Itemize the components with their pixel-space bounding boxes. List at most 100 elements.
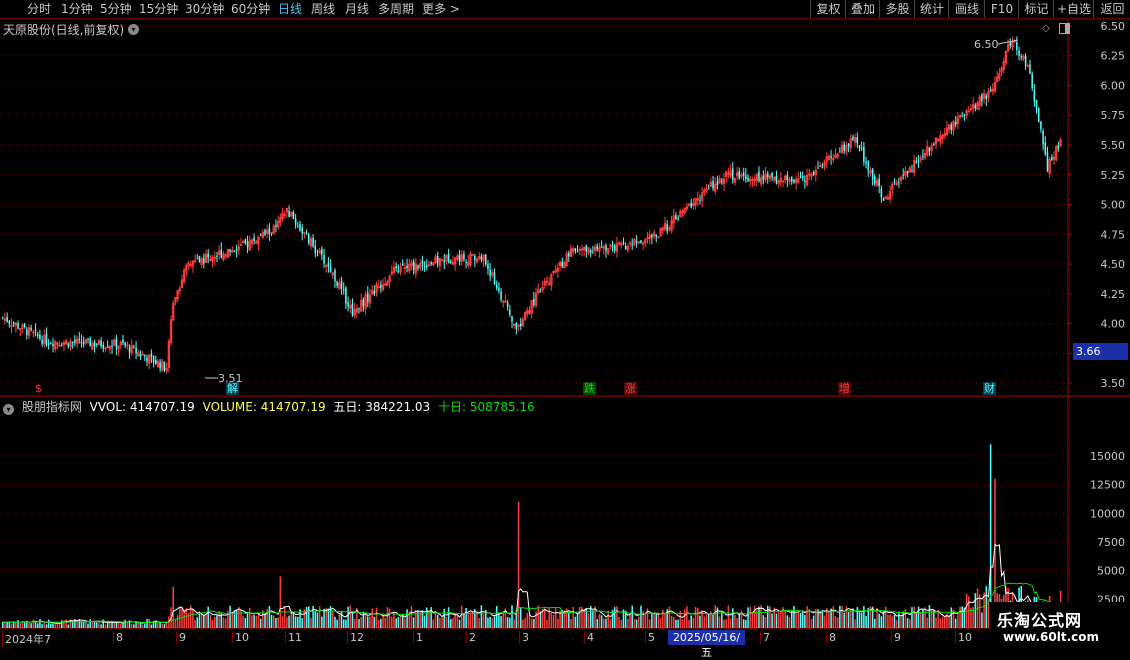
- candle-body: [843, 144, 845, 151]
- volume-bar: [736, 618, 738, 628]
- volume-bar: [786, 615, 789, 628]
- volume-bar: [858, 611, 861, 628]
- multi-stock-button[interactable]: 多股: [879, 0, 915, 18]
- candle-body: [45, 333, 48, 345]
- candle-body: [799, 175, 802, 177]
- draw-line-button[interactable]: 画线: [948, 0, 985, 18]
- volume-bar: [397, 616, 400, 628]
- volume-bar: [253, 614, 255, 628]
- volume-bar: [878, 613, 880, 628]
- candle-body: [742, 172, 745, 176]
- volume-bar: [410, 606, 413, 628]
- date-tick-label: 2: [466, 631, 476, 644]
- indicator-name[interactable]: 股朋指标网: [22, 400, 82, 414]
- candle-body: [856, 137, 859, 144]
- volume-bar: [460, 605, 463, 628]
- volume-bar: [30, 623, 32, 628]
- candle-body: [624, 246, 627, 249]
- statistics-button[interactable]: 统计: [914, 0, 949, 18]
- candle-body: [305, 233, 308, 235]
- add-watchlist-button[interactable]: +自选: [1053, 0, 1094, 18]
- candle-body: [871, 169, 874, 180]
- candle-body: [115, 339, 118, 349]
- volume-bar: [377, 619, 380, 628]
- candle-body: [152, 355, 155, 363]
- candle-body: [699, 200, 701, 202]
- period-tab-more[interactable]: 更多 >: [422, 1, 460, 17]
- diamond-icon[interactable]: ◇: [1042, 23, 1050, 34]
- volume-bar: [780, 610, 782, 628]
- volume-bar: [218, 611, 220, 628]
- volume-bar: [847, 611, 850, 628]
- ma5-line: [2, 543, 1061, 625]
- chevron-down-icon[interactable]: ▾: [128, 24, 139, 35]
- candle-body: [747, 177, 749, 182]
- volume-bar: [795, 613, 797, 628]
- volume-bar: [50, 624, 52, 628]
- period-tab-1min[interactable]: 1分钟: [61, 1, 93, 17]
- candle-body: [1037, 108, 1040, 123]
- period-tab-multi[interactable]: 多周期: [378, 1, 414, 17]
- period-tab-15min[interactable]: 15分钟: [139, 1, 178, 17]
- period-tab-5min[interactable]: 5分钟: [100, 1, 132, 17]
- volume-bar: [373, 617, 376, 628]
- stock-chart[interactable]: 6.50 6.25 6.00 5.75 5.50 5.25 5.00 4.75 4.50 4.25…: [0, 0, 1130, 650]
- period-tab-60min[interactable]: 60分钟: [231, 1, 270, 17]
- period-tab-weekly[interactable]: 周线: [311, 1, 335, 17]
- candle-body: [275, 224, 277, 227]
- volume-bar: [598, 613, 601, 628]
- volume-bar: [423, 615, 426, 628]
- candle-body: [334, 269, 336, 282]
- f10-button[interactable]: F10: [984, 0, 1019, 18]
- back-button[interactable]: 返回: [1093, 0, 1130, 18]
- period-tab-fenshi[interactable]: 分时: [27, 1, 51, 17]
- volume-bar: [482, 614, 485, 628]
- volume-bar: [264, 613, 266, 628]
- mark-button[interactable]: 标记: [1018, 0, 1054, 18]
- price-tick-label: 5.25: [1101, 169, 1126, 182]
- date-tick-label: 9: [176, 631, 186, 644]
- candle-body: [12, 322, 15, 325]
- panel-toggle-icon[interactable]: [1059, 23, 1070, 34]
- volume-bar: [314, 610, 317, 628]
- candle-body: [950, 124, 953, 130]
- volume-bar: [550, 613, 553, 628]
- candle-body: [406, 265, 408, 268]
- volume-bar: [347, 606, 349, 628]
- volume-bar: [937, 612, 939, 628]
- event-marker-limit-down[interactable]: 跌: [583, 382, 596, 395]
- volume-bar: [808, 609, 811, 628]
- candle-body: [707, 187, 710, 189]
- volume-bar: [146, 619, 148, 628]
- volume-bar: [939, 618, 942, 628]
- candle-body: [373, 291, 376, 295]
- volume-bar: [723, 619, 725, 628]
- candle-body: [159, 362, 161, 369]
- volume-bar: [194, 619, 196, 628]
- volume-bar: [638, 616, 640, 628]
- candle-body: [487, 264, 489, 269]
- event-marker-unlock[interactable]: 解: [226, 382, 239, 395]
- candle-body: [301, 227, 303, 234]
- candle-body: [766, 173, 769, 178]
- candle-body: [611, 246, 614, 248]
- event-marker-financial[interactable]: 财: [983, 382, 996, 395]
- fuquan-button[interactable]: 复权: [810, 0, 846, 18]
- candle-body: [154, 359, 157, 364]
- period-tab-monthly[interactable]: 月线: [345, 1, 369, 17]
- volume-bar: [502, 611, 505, 628]
- volume-bar: [345, 619, 347, 628]
- candle-body: [307, 234, 310, 243]
- event-marker-increase[interactable]: 增: [838, 382, 851, 395]
- date-tick-label: 1: [413, 631, 423, 644]
- event-marker-limit-up[interactable]: 涨: [624, 382, 637, 395]
- period-tab-daily[interactable]: 日线: [278, 1, 302, 17]
- overlay-button[interactable]: 叠加: [845, 0, 880, 18]
- event-marker-dividend[interactable]: $: [34, 382, 43, 395]
- chevron-down-icon[interactable]: ▾: [3, 404, 14, 415]
- candle-body: [801, 176, 804, 179]
- period-tab-30min[interactable]: 30分钟: [185, 1, 224, 17]
- volume-bar: [629, 613, 631, 628]
- volume-bar: [832, 606, 835, 628]
- volume-bar: [751, 612, 754, 628]
